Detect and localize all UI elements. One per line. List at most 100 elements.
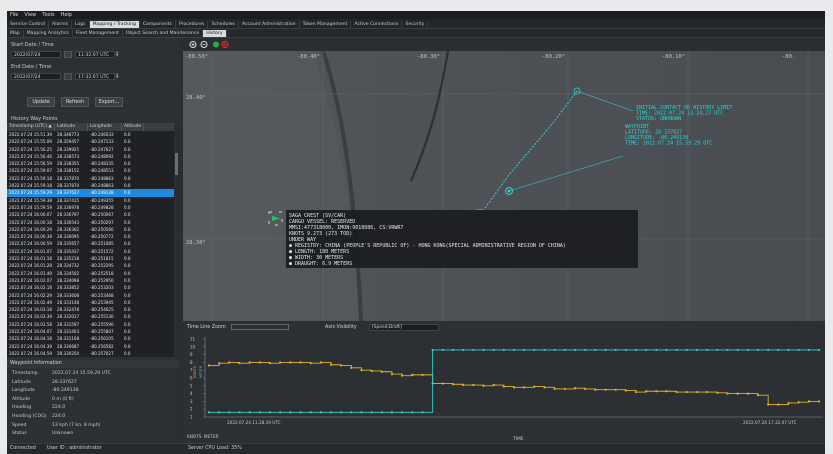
column-timestamp[interactable]: Timestamp (UTC) ▲ — [7, 123, 55, 131]
draft-point[interactable] — [746, 348, 749, 352]
table-row[interactable]: 2022.07.24 16.04.18 28.331168 -80.256105 0.… — [7, 335, 179, 342]
speed-point[interactable] — [502, 385, 505, 388]
start-time-field[interactable]: 11:32:07 UTC — [75, 51, 115, 58]
zoom-in-icon[interactable] — [189, 41, 197, 48]
table-row[interactable]: 2022.07.24 16.00.18 28.336543 -80.250297 0.… — [7, 219, 179, 226]
tab-account-administration[interactable]: Account Administration — [239, 21, 300, 28]
draft-point[interactable] — [594, 348, 597, 352]
update-button[interactable]: Update — [27, 97, 55, 107]
table-row[interactable]: 2022.07.24 15.59.07 28.338152 -80.248553 0.… — [7, 167, 179, 174]
draft-point[interactable] — [573, 348, 577, 352]
table-row[interactable]: 2022.07.24 15.56.59 28.338355 -80.248335 0.… — [7, 160, 179, 167]
speed-point[interactable] — [289, 361, 292, 364]
speed-point[interactable] — [573, 387, 577, 390]
draft-point[interactable] — [492, 348, 495, 352]
subtab-fleet-management[interactable]: Fleet Management — [73, 30, 123, 37]
draft-point[interactable] — [553, 348, 556, 352]
speed-point[interactable] — [533, 385, 536, 388]
tab-procedures[interactable]: Procedures — [176, 21, 209, 28]
draft-point[interactable] — [614, 348, 617, 352]
draft-point[interactable] — [533, 348, 536, 352]
draft-point[interactable] — [685, 348, 688, 352]
draft-point[interactable] — [411, 411, 414, 414]
speed-point[interactable] — [218, 362, 221, 365]
tab-token-management[interactable]: Token Management — [300, 21, 352, 28]
column-longitude[interactable]: Longitude — [88, 123, 122, 131]
speed-point[interactable] — [756, 394, 760, 397]
table-row[interactable]: 2022.07.24 15.59.18 28.337870 -80.248863 0.… — [7, 182, 179, 189]
layer-toggle-icon[interactable] — [213, 41, 219, 48]
tab-mapping-tracking[interactable]: Mapping / Tracking — [89, 21, 140, 28]
speed-point[interactable] — [726, 392, 729, 395]
map-view[interactable]: -80.50° -80.40° -80.30° -80.20° -80.10° -80. … — [183, 51, 825, 321]
speed-point[interactable] — [482, 384, 485, 387]
speed-point[interactable] — [584, 387, 587, 391]
speed-point[interactable] — [655, 390, 658, 393]
tab-active-connections[interactable]: Active Connections — [351, 21, 403, 28]
menu-file[interactable]: File — [7, 12, 21, 18]
tab-alarms[interactable]: Alarms — [49, 21, 72, 28]
subtab-mapping-analytics[interactable]: Mapping Analytics — [24, 30, 73, 37]
start-date-field[interactable]: 2022/07/24 — [11, 51, 61, 58]
speed-point[interactable] — [360, 369, 363, 372]
speed-point[interactable] — [401, 374, 404, 377]
table-row[interactable]: 2022.07.24 15.59.59 28.336978 -80.249828 0.… — [7, 204, 179, 211]
speed-point[interactable] — [319, 361, 322, 364]
table-row[interactable]: 2022.07.24 16.00.38 28.336095 -80.250772 0.… — [7, 233, 179, 240]
speed-point[interactable] — [716, 391, 719, 394]
draft-point[interactable] — [624, 348, 627, 352]
draft-point[interactable] — [604, 348, 607, 352]
table-row[interactable]: 2022.07.24 15.56.46 28.338573 -80.248092 0.… — [7, 153, 179, 160]
speed-point[interactable] — [370, 369, 373, 373]
speed-point[interactable] — [695, 390, 699, 394]
speed-point[interactable] — [299, 361, 302, 364]
table-row[interactable]: 2022.07.24 16.03.39 28.332017 -80.255130 0.… — [7, 313, 179, 320]
speed-point[interactable] — [746, 392, 749, 395]
draft-point[interactable] — [665, 348, 668, 352]
column-latitude[interactable]: Latitude — [55, 123, 88, 131]
draft-point[interactable] — [390, 411, 394, 414]
draft-point[interactable] — [370, 411, 373, 414]
draft-point[interactable] — [777, 348, 780, 352]
draft-point[interactable] — [289, 411, 292, 414]
draft-point[interactable] — [451, 348, 455, 352]
draft-point[interactable] — [716, 348, 719, 352]
table-row[interactable]: 2022.07.24 16.00.07 28.336797 -80.250067 0.… — [7, 211, 179, 218]
speed-point[interactable] — [238, 362, 241, 365]
speed-point[interactable] — [624, 389, 627, 392]
speed-point[interactable] — [807, 400, 810, 403]
table-row[interactable]: 2022.07.24 15.59.38 28.337415 -80.249355 0.… — [7, 197, 179, 204]
draft-point[interactable] — [299, 411, 302, 414]
table-row[interactable]: 2022.07.24 16.02.18 28.333852 -80.253203 0.… — [7, 284, 179, 291]
table-row[interactable]: 2022.07.24 16.03.58 28.331597 -80.255590 0.… — [7, 321, 179, 328]
draft-point[interactable] — [238, 411, 241, 414]
scrollbar-thumb[interactable] — [175, 153, 178, 175]
tab-logs[interactable]: Logs — [72, 21, 90, 28]
tab-security[interactable]: Security — [402, 21, 429, 28]
menu-view[interactable]: View — [21, 12, 39, 18]
draft-point[interactable] — [482, 348, 485, 352]
table-row[interactable]: 2022.07.24 15.59.29 28.337627 -80.249138 0.… — [7, 189, 179, 197]
draft-point[interactable] — [360, 411, 363, 414]
speed-point[interactable] — [706, 390, 709, 394]
speed-point[interactable] — [675, 390, 678, 394]
table-row[interactable]: 2022.07.24 15.56.25 28.339925 -80.247627 0.… — [7, 146, 179, 153]
table-row[interactable]: 2022.07.24 16.04.59 28.330250 -80.257027 0.… — [7, 350, 179, 357]
table-row[interactable]: 2022.07.24 16.02.49 28.333148 -80.253945 0.… — [7, 299, 179, 306]
table-row[interactable]: 2022.07.24 15.55.09 28.359457 -80.247133 0.… — [7, 138, 179, 145]
table-row[interactable]: 2022.07.24 16.03.18 28.332478 -80.254625 0.… — [7, 306, 179, 313]
draft-point[interactable] — [268, 411, 272, 414]
draft-point[interactable] — [319, 411, 322, 414]
draft-point[interactable] — [726, 348, 729, 352]
end-time-spinner[interactable]: ▲ ▼ — [116, 73, 121, 80]
draft-point[interactable] — [431, 348, 434, 352]
speed-point[interactable] — [421, 373, 424, 376]
menu-tools[interactable]: Tools — [39, 12, 57, 18]
draft-point[interactable] — [543, 348, 546, 352]
speed-point[interactable] — [512, 386, 516, 389]
draft-point[interactable] — [218, 411, 221, 414]
end-calendar-icon[interactable] — [64, 73, 72, 80]
draft-point[interactable] — [584, 348, 587, 352]
speed-point[interactable] — [563, 387, 566, 391]
speed-point[interactable] — [604, 388, 607, 391]
